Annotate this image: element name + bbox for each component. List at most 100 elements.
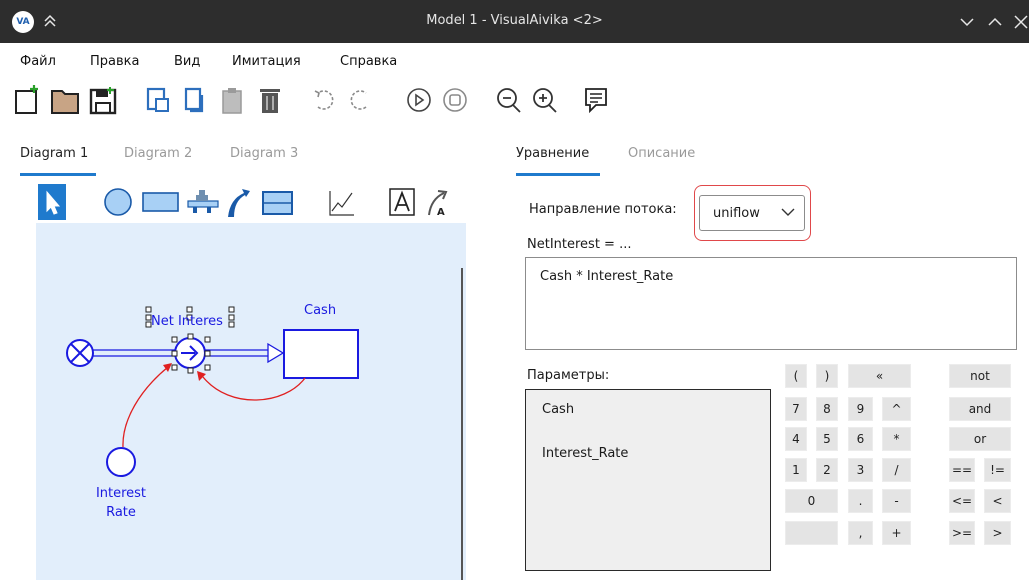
paste-icon[interactable] (218, 83, 248, 117)
flow-valve-tool-icon[interactable] (187, 190, 219, 213)
key-7[interactable]: 7 (785, 397, 807, 421)
save-icon[interactable] (88, 83, 118, 117)
model-diagram (66, 306, 359, 477)
key-2[interactable]: 2 (816, 458, 838, 482)
key-close-paren[interactable]: ) (816, 364, 838, 388)
table-tool-icon[interactable] (262, 191, 293, 215)
zoom-out-icon[interactable] (494, 83, 524, 117)
shape-palette: A (38, 184, 448, 220)
diagram-tabs: Diagram 1 Diagram 2 Diagram 3 (0, 138, 470, 178)
parameter-item[interactable]: Interest_Rate (542, 446, 628, 461)
minimize-icon[interactable] (958, 13, 976, 31)
connector-stock-to-flow[interactable] (202, 376, 306, 401)
menu-file[interactable]: Файл (20, 54, 56, 69)
menu-bar: Файл Правка Вид Имитация Справка (0, 43, 1029, 77)
key-8[interactable]: 8 (816, 397, 838, 421)
auxiliary-label-line2: Rate (106, 505, 136, 520)
menu-help[interactable]: Справка (340, 54, 397, 69)
key-less-equal[interactable]: <= (949, 489, 975, 513)
equation-label: NetInterest = ... (527, 237, 632, 252)
close-icon[interactable] (1012, 13, 1029, 31)
key-multiply[interactable]: * (882, 427, 911, 451)
run-icon[interactable] (404, 83, 434, 117)
key-and[interactable]: and (949, 397, 1011, 421)
parameters-list: Cash Interest_Rate (525, 389, 771, 571)
key-blank[interactable] (785, 521, 838, 545)
text-tool-icon[interactable] (389, 188, 415, 216)
key-9[interactable]: 9 (848, 397, 873, 421)
auxiliary-node[interactable] (106, 447, 136, 477)
key-backspace[interactable]: « (848, 364, 911, 388)
title-bar: VA Model 1 - VisualAivika <2> (0, 0, 1029, 43)
key-1[interactable]: 1 (785, 458, 807, 482)
key-divide[interactable]: / (882, 458, 911, 482)
open-folder-icon[interactable] (50, 83, 80, 117)
key-comma[interactable]: , (848, 521, 873, 545)
key-equals[interactable]: == (949, 458, 975, 482)
tab-description[interactable]: Описание (628, 146, 695, 161)
parameter-item[interactable]: Cash (542, 402, 574, 417)
tab-equation[interactable]: Уравнение (516, 146, 589, 161)
key-6[interactable]: 6 (848, 427, 873, 451)
source-cloud-icon[interactable] (66, 339, 94, 367)
equation-text: Cash * Interest_Rate (540, 269, 674, 284)
pointer-tool-icon[interactable] (38, 184, 66, 220)
connector-aux-to-flow[interactable] (122, 366, 169, 448)
tab-diagram-2[interactable]: Diagram 2 (124, 146, 192, 161)
key-greater[interactable]: > (984, 521, 1011, 545)
duplicate-icon[interactable] (182, 83, 212, 117)
properties-tabs: Уравнение Описание (514, 138, 814, 178)
key-or[interactable]: or (949, 427, 1011, 451)
menu-view[interactable]: Вид (174, 54, 200, 69)
equation-input[interactable]: Cash * Interest_Rate (525, 257, 1017, 350)
comment-icon[interactable] (582, 83, 612, 117)
svg-text:A: A (437, 207, 445, 218)
new-file-icon[interactable] (12, 83, 42, 117)
stock-label: Cash (304, 303, 337, 318)
key-4[interactable]: 4 (785, 427, 807, 451)
key-greater-equal[interactable]: >= (949, 521, 975, 545)
canvas-scrollbar[interactable] (461, 268, 463, 580)
delete-icon[interactable] (256, 83, 286, 117)
stock-rect-tool-icon[interactable] (142, 192, 179, 212)
diagram-canvas[interactable]: Net Interes Cash Interest Rate (36, 223, 466, 580)
toolbar (0, 77, 1029, 125)
copy-icon[interactable] (144, 83, 174, 117)
key-power[interactable]: ^ (882, 397, 911, 421)
flow-direction-value: uniflow (713, 206, 760, 221)
chart-tool-icon[interactable] (329, 191, 354, 216)
stop-icon[interactable] (440, 83, 470, 117)
redo-icon[interactable] (344, 83, 374, 117)
stock-box[interactable] (283, 329, 359, 379)
flow-direction-select[interactable]: uniflow (699, 195, 805, 231)
key-not[interactable]: not (949, 364, 1011, 388)
maximize-icon[interactable] (986, 13, 1004, 31)
window-title: Model 1 - VisualAivika <2> (426, 13, 603, 28)
key-open-paren[interactable]: ( (785, 364, 807, 388)
flow-direction-label: Направление потока: (529, 202, 677, 217)
stock-circle-tool-icon[interactable] (104, 188, 132, 216)
connector-tool-icon[interactable] (228, 189, 250, 217)
key-decimal[interactable]: . (848, 489, 873, 513)
undo-icon[interactable] (310, 83, 340, 117)
key-0[interactable]: 0 (785, 489, 838, 513)
chevron-down-icon (781, 208, 795, 216)
key-3[interactable]: 3 (848, 458, 873, 482)
key-less[interactable]: < (984, 489, 1011, 513)
flow-label: Net Interes (151, 314, 223, 329)
key-plus[interactable]: + (882, 521, 911, 545)
key-5[interactable]: 5 (816, 427, 838, 451)
tab-diagram-1[interactable]: Diagram 1 (20, 146, 88, 161)
parameters-label: Параметры: (527, 368, 610, 383)
zoom-in-icon[interactable] (530, 83, 560, 117)
annotation-tool-icon[interactable]: A (428, 190, 448, 218)
key-not-equals[interactable]: != (984, 458, 1011, 482)
menu-simulation[interactable]: Имитация (232, 54, 301, 69)
menu-edit[interactable]: Правка (90, 54, 139, 69)
auxiliary-label-line1: Interest (95, 486, 147, 501)
tab-diagram-3[interactable]: Diagram 3 (230, 146, 298, 161)
flow-valve[interactable] (174, 337, 206, 369)
key-minus[interactable]: - (882, 489, 911, 513)
active-right-tab-indicator (516, 173, 600, 176)
active-tab-indicator (20, 173, 96, 176)
